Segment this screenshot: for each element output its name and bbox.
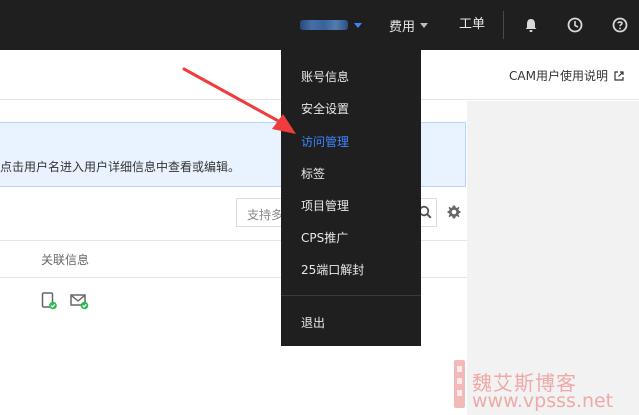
chevron-down-icon [420, 22, 429, 28]
cam-doc-link[interactable]: CAM用户使用说明 [509, 67, 624, 84]
menu-divider [281, 295, 421, 296]
help-icon[interactable] [610, 15, 630, 35]
navbar-divider [503, 11, 504, 39]
account-menu-trigger[interactable] [300, 0, 362, 50]
watermark-logo [454, 360, 465, 408]
gear-icon[interactable] [446, 204, 462, 220]
chevron-down-icon [354, 22, 362, 28]
external-link-icon [614, 70, 624, 81]
menu-item-tags[interactable]: 标签 [301, 165, 325, 182]
bell-icon[interactable] [521, 15, 541, 35]
nav-fee[interactable]: 费用 [389, 0, 429, 50]
nav-ticket[interactable]: 工单 [459, 0, 485, 50]
search-placeholder: 支持多 [247, 208, 284, 222]
account-dropdown-menu: 账号信息 安全设置 访问管理 标签 项目管理 CPS推广 25端口解封 退出 [281, 50, 421, 346]
menu-item-access-management[interactable]: 访问管理 [301, 133, 349, 150]
watermark-text-en: www.vpsss.net [472, 390, 614, 412]
nav-fee-label: 费用 [389, 19, 416, 35]
menu-item-account-info[interactable]: 账号信息 [301, 68, 349, 85]
info-banner-text: 点击用户名进入用户详细信息中查看或编辑。 [0, 160, 241, 174]
mail-verified-icon[interactable] [70, 293, 89, 310]
phone-verified-icon[interactable] [41, 292, 57, 310]
menu-item-security-settings[interactable]: 安全设置 [301, 100, 349, 117]
menu-item-project-management[interactable]: 项目管理 [301, 197, 349, 214]
column-header-linked-info: 关联信息 [41, 253, 90, 267]
menu-item-cps[interactable]: CPS推广 [301, 229, 348, 246]
menu-item-logout[interactable]: 退出 [301, 314, 325, 331]
menu-item-port25[interactable]: 25端口解封 [301, 261, 364, 278]
cam-doc-link-label: CAM用户使用说明 [509, 69, 608, 83]
account-name-blurred [300, 20, 348, 30]
clock-icon[interactable] [565, 15, 585, 35]
